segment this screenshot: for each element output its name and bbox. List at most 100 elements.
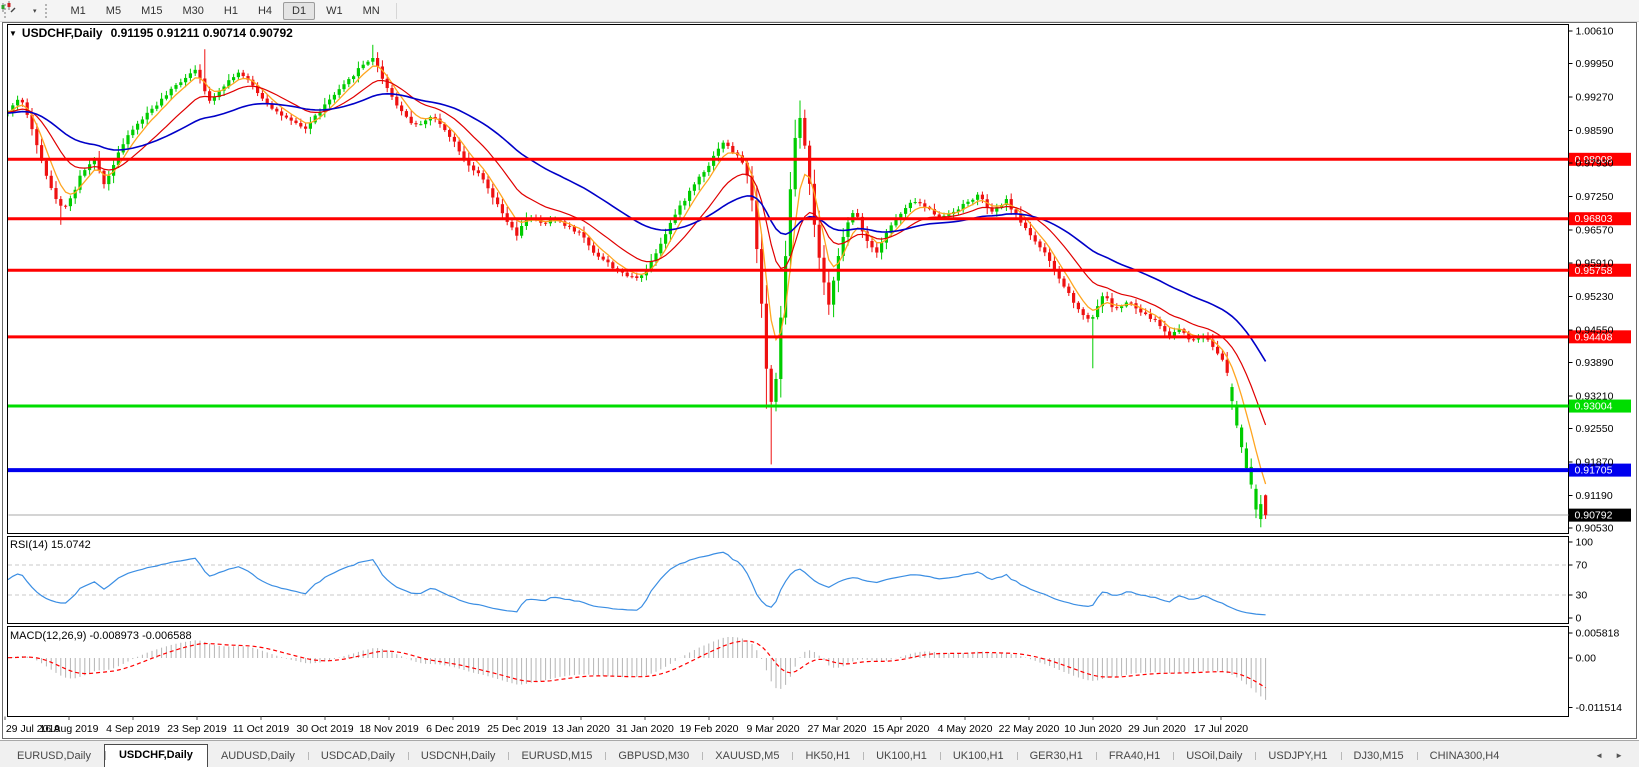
candle-body (102, 171, 105, 184)
date-label: 27 Mar 2020 (808, 723, 867, 735)
candle-body (602, 257, 605, 260)
candle-body (1226, 360, 1229, 373)
candle-body (237, 73, 240, 77)
symbol-tab-eurusd-m15[interactable]: EURUSD,M15 (508, 746, 605, 767)
candle-body (1062, 279, 1065, 287)
symbol-tab-fra40-h1[interactable]: FRA40,H1 (1096, 746, 1173, 767)
candle-body (261, 93, 264, 99)
candle-body (386, 79, 389, 88)
symbol-tab-audusd-daily[interactable]: AUDUSD,Daily (208, 746, 308, 767)
price-tick-label: 0.99950 (1576, 58, 1614, 70)
candle-body (35, 129, 38, 145)
candle-body (107, 176, 110, 184)
candle-body (597, 253, 600, 257)
chevron-down-icon[interactable]: ▾ (33, 7, 37, 15)
candle-body (1230, 387, 1233, 401)
symbol-tab-hk50-h1[interactable]: HK50,H1 (792, 746, 863, 767)
chart-region: ▼USDCHF,Daily0.91195 0.91211 0.90714 0.9… (0, 22, 1639, 740)
chart-tools-icon[interactable] (14, 3, 32, 18)
rsi-indicator-label: RSI(14) 15.0742 (10, 539, 91, 551)
date-label: 31 Jan 2020 (616, 723, 674, 735)
candle-body (54, 188, 57, 199)
candle-body (280, 111, 283, 115)
timeframe-d1-button[interactable]: D1 (283, 2, 315, 20)
symbol-tab-usoil-daily[interactable]: USOil,Daily (1173, 746, 1255, 767)
collapse-triangle-icon[interactable]: ▼ (9, 29, 17, 38)
timeframe-m5-button[interactable]: M5 (97, 2, 130, 20)
rsi-tick-label: 70 (1576, 559, 1588, 571)
price-tick-label: 0.92550 (1576, 423, 1614, 435)
timeframe-m30-button[interactable]: M30 (173, 2, 212, 20)
candle-body (486, 180, 489, 189)
timeframe-buttons: M1M5M15M30H1H4D1W1MN (61, 2, 390, 20)
price-tick-label: 0.97930 (1576, 158, 1614, 170)
candle-body (669, 223, 672, 234)
candle-body (688, 191, 691, 201)
candle-body (150, 109, 153, 113)
candle-body (568, 226, 571, 227)
candle-body (520, 226, 523, 236)
candle-body (1254, 489, 1257, 510)
symbol-tab-uk100-h1[interactable]: UK100,H1 (863, 746, 940, 767)
candle-body (1197, 338, 1200, 339)
symbol-tab-usdchf-daily[interactable]: USDCHF,Daily (104, 744, 208, 767)
candle-body (424, 120, 427, 124)
candle-body (875, 247, 878, 252)
symbol-tab-usdcad-daily[interactable]: USDCAD,Daily (308, 746, 408, 767)
symbol-tab-ger30-h1[interactable]: GER30,H1 (1017, 746, 1096, 767)
symbol-tab-gbpusd-m30[interactable]: GBPUSD,M30 (605, 746, 702, 767)
tab-scroll-left-icon[interactable]: ◄ (1595, 751, 1603, 760)
candle-body (818, 225, 821, 258)
price-chart-svg: 0.980080.968030.957580.944080.930040.917… (0, 22, 1639, 740)
candle-body (50, 176, 53, 188)
timeframe-mn-button[interactable]: MN (354, 2, 389, 20)
candle-body (1048, 252, 1051, 260)
candle-body (69, 198, 72, 206)
timeframe-h4-button[interactable]: H4 (249, 2, 281, 20)
price-tick-label: 0.93210 (1576, 390, 1614, 402)
candle-body (731, 146, 734, 152)
macd-tick-label: -0.011514 (1576, 702, 1623, 714)
symbol-tab-china300-h4[interactable]: CHINA300,H4 (1417, 746, 1513, 767)
candle-body (179, 82, 182, 85)
candle-body (707, 166, 710, 172)
rsi-tick-label: 0 (1576, 613, 1582, 625)
candle-body (966, 202, 969, 204)
candle-body (453, 137, 456, 142)
date-label: 25 Dec 2019 (487, 723, 547, 735)
candle-body (904, 208, 907, 214)
candle-body (803, 118, 806, 146)
candle-body (395, 97, 398, 106)
candle-body (789, 189, 792, 256)
candle-body (482, 173, 485, 179)
symbol-tab-uk100-h1[interactable]: UK100,H1 (940, 746, 1017, 767)
symbol-tab-dj30-m15[interactable]: DJ30,M15 (1341, 746, 1417, 767)
candle-body (496, 198, 499, 205)
timeframe-m1-button[interactable]: M1 (62, 2, 95, 20)
price-tick-label: 0.91870 (1576, 456, 1614, 468)
date-label: 30 Oct 2019 (296, 723, 353, 735)
candle-body (45, 161, 48, 176)
timeframe-h1-button[interactable]: H1 (215, 2, 247, 20)
candle-body (1235, 407, 1238, 426)
candle-body (914, 202, 917, 203)
tab-scroll-right-icon[interactable]: ► (1615, 751, 1623, 760)
date-label: 15 Apr 2020 (873, 723, 930, 735)
candle-body (198, 70, 201, 79)
timeframe-m15-button[interactable]: M15 (132, 2, 171, 20)
toolbar-grip-2[interactable] (45, 4, 50, 18)
date-label: 11 Oct 2019 (233, 723, 290, 735)
candle-body (515, 227, 518, 235)
candle-body (1043, 247, 1046, 252)
candle-body (165, 95, 168, 98)
candle-body (304, 127, 307, 129)
symbol-tab-usdcnh-daily[interactable]: USDCNH,Daily (408, 746, 509, 767)
candle-body (83, 170, 86, 176)
timeframe-w1-button[interactable]: W1 (317, 2, 352, 20)
symbol-tab-eurusd-daily[interactable]: EURUSD,Daily (4, 746, 104, 767)
price-tick-label: 1.00610 (1576, 26, 1614, 38)
symbol-tab-usdjpy-h1[interactable]: USDJPY,H1 (1255, 746, 1340, 767)
candle-body (592, 245, 595, 252)
symbol-tab-xauusd-m5[interactable]: XAUUSD,M5 (702, 746, 792, 767)
candle-body (640, 275, 643, 278)
